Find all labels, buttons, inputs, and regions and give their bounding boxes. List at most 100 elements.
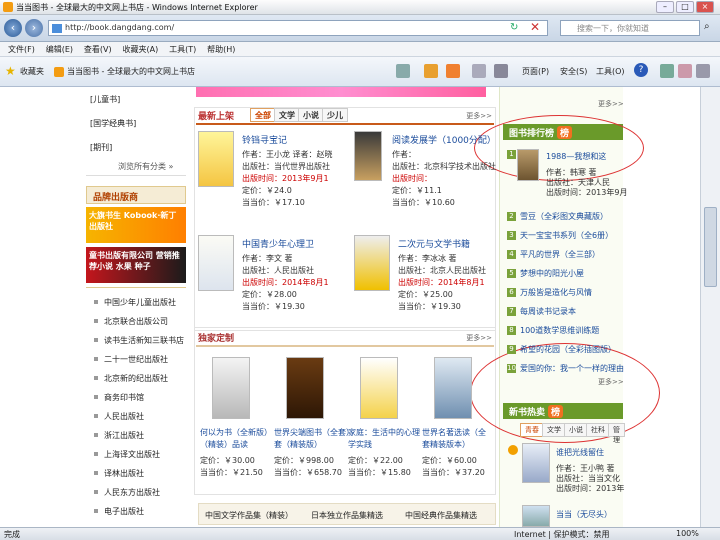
favorites-button[interactable]: 收藏夹 [20,66,44,77]
publisher-link[interactable]: 浙江出版社 [104,430,144,441]
forward-icon[interactable]: › [25,19,43,37]
rank-item-link[interactable]: 每周读书记录本 [520,306,576,317]
rank-item-link[interactable]: 天一宝宝书系列（全6册） [520,230,613,241]
exclusive-cover[interactable] [360,357,398,419]
publisher-link[interactable]: 读书生活新知三联书店 [104,335,184,346]
print-icon[interactable] [494,64,508,78]
book-title[interactable]: 二次元与文学书籍 [398,237,470,250]
book-cover[interactable] [198,131,234,187]
book-title[interactable]: 铃铛寻宝记 [242,133,287,146]
help-icon[interactable]: ? [634,63,648,77]
book-cover[interactable] [354,131,382,181]
tools-menu[interactable]: 工具(O) [596,66,625,77]
minimize-button[interactable]: – [656,1,674,13]
scrollbar-thumb[interactable] [704,207,717,287]
menu-file[interactable]: 文件(F) [8,44,35,55]
rank-item-link[interactable]: 万般皆是造化与风情 [520,287,592,298]
research-icon[interactable] [660,64,674,78]
publisher-banner-2[interactable]: 童书出版有限公司 营销推荐小说 水果 种子 [86,247,186,283]
search-icon[interactable]: ⌕ [704,21,710,32]
top1-title[interactable]: 1988—我想和这 [546,151,606,162]
rank-item-link[interactable]: 爱国的你：我一个一样的理由 [520,363,624,374]
exclusive-title-line[interactable]: 世界名著选读（全 [422,427,486,438]
publisher-link[interactable]: 商务印书馆 [104,392,144,403]
exclusive-subtitle[interactable]: 学实践 [348,439,372,450]
exclusive-subtitle[interactable]: 套精装版本） [422,439,470,450]
rank-item-link[interactable]: 平凡的世界（全三部） [520,249,600,260]
bottom-link-1[interactable]: 中国文学作品集（精装） [205,510,293,521]
exclusive-title-line[interactable]: 家庭：生活中的心理 [348,427,420,438]
newsales-tab-mgmt[interactable]: 管理 [608,423,625,444]
browse-all-categories-link[interactable]: 浏览所有分类 » [118,161,173,172]
menu-edit[interactable]: 编辑(E) [46,44,73,55]
rank-item-link[interactable]: 100道数学思维训练题 [520,325,599,336]
sidebar-more-link-1[interactable]: 更多>> [598,99,624,109]
exclusive-cover[interactable] [286,357,324,419]
publisher-link[interactable]: 人民出版社 [104,411,144,422]
left-link-children[interactable]: [儿童书] [90,94,120,105]
publisher-link[interactable]: 上海译文出版社 [104,449,160,460]
rank-item-link[interactable]: 雪豆（全彩图文典藏版） [520,211,608,222]
page-menu[interactable]: 页面(P) [522,66,549,77]
exclusive-subtitle[interactable]: 套（精装版） [274,439,322,450]
menu-view[interactable]: 查看(V) [84,44,112,55]
publisher-link[interactable]: 中国少年儿童出版社 [104,297,176,308]
newsales-tab-literature[interactable]: 文学 [542,423,566,437]
bottom-link-3[interactable]: 中国经典作品集精选 [405,510,477,521]
address-input[interactable]: http://book.dangdang.com/ [48,20,548,36]
menu-tools[interactable]: 工具(T) [169,44,196,55]
exclusive-title-line[interactable]: 世界尖端图书（全套） [274,427,354,438]
publisher-link[interactable]: 电子出版社 [104,506,144,517]
rank-item-link[interactable]: 梦想中的阳光小屋 [520,268,584,279]
newsales-tab-novel[interactable]: 小说 [564,423,588,437]
stop-icon[interactable]: ✕ [530,20,540,34]
menu-help[interactable]: 帮助(H) [207,44,235,55]
extension-icon[interactable] [696,64,710,78]
publisher-link[interactable]: 二十一世纪出版社 [104,354,168,365]
rss-icon[interactable] [446,64,460,78]
home-icon[interactable] [396,64,410,78]
messenger-icon[interactable] [678,64,692,78]
search-input[interactable]: 搜索一下，你就知道 [560,20,700,36]
safety-menu[interactable]: 安全(S) [560,66,587,77]
menu-favorites[interactable]: 收藏夹(A) [122,44,158,55]
tab-current[interactable]: 当当图书 - 全球最大的中文网上书店 [67,66,195,77]
back-icon[interactable]: ‹ [4,19,22,37]
publisher-link[interactable]: 北京新的纪出版社 [104,373,168,384]
book-cover[interactable] [198,235,234,291]
newsales-tab-youth[interactable]: 青春 [520,423,544,437]
exclusive-cover[interactable] [212,357,250,419]
exclusive-title-line[interactable]: 何以为书（全新版） [200,427,272,438]
zoom-level[interactable]: 100% [676,529,699,538]
top1-cover[interactable] [517,149,539,181]
refresh-icon[interactable]: ↻ [510,22,518,33]
exclusive-more-link[interactable]: 更多>> [466,333,492,343]
publisher-link[interactable]: 北京联合出版公司 [104,316,168,327]
new-book-cover[interactable] [522,443,550,483]
publisher-link[interactable]: 译林出版社 [104,468,144,479]
book-title[interactable]: 阅读发展学（1000分配） [392,133,496,146]
newsales-tab-social[interactable]: 社科 [586,423,610,437]
mail-icon[interactable] [472,64,486,78]
exclusive-cover[interactable] [434,357,472,419]
favorites-star-icon[interactable]: ★ [5,64,16,78]
book-title[interactable]: 中国青少年心理卫 [242,237,314,250]
bottom-link-2[interactable]: 日本独立作品集精选 [311,510,383,521]
vertical-scrollbar[interactable] [700,87,720,527]
new-book-title[interactable]: 谁把光线留住 [556,447,604,458]
publisher-banner-1[interactable]: 大旗书生 Kobook·新丁 出版社 [86,207,186,243]
close-button[interactable]: × [696,1,714,13]
top-banner[interactable] [196,87,486,97]
feeds-icon[interactable] [424,64,438,78]
exclusive-title: 独家定制 [198,334,235,344]
publisher-link[interactable]: 人民东方出版社 [104,487,160,498]
list-bullet-icon [94,452,98,456]
rank-item-link[interactable]: 希望的花园（全彩插图版） [520,344,616,355]
new-book2-cover[interactable] [522,505,550,527]
book-cover[interactable] [354,235,390,291]
left-link-classics[interactable]: [国学经典书] [90,118,136,129]
maximize-button[interactable]: □ [676,1,694,13]
exclusive-subtitle[interactable]: （精装）品读 [200,439,248,450]
left-link-periodicals[interactable]: [期刊] [90,142,112,153]
new-book2-title[interactable]: 当当（无尽头） [556,509,612,520]
